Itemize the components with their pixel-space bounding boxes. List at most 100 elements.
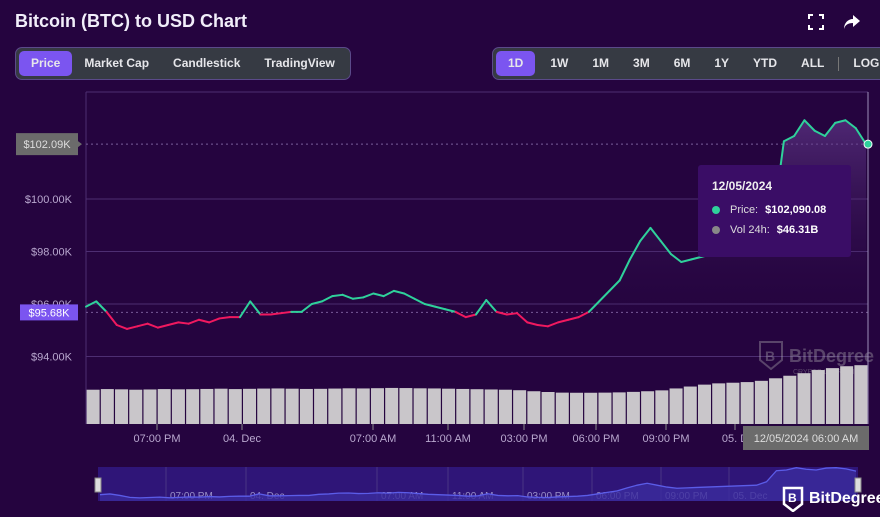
volume-bar xyxy=(385,387,399,424)
price-segment xyxy=(536,324,549,328)
volume-bar xyxy=(214,388,228,424)
volume-bar xyxy=(513,390,527,424)
tooltip: 12/05/2024 Price: $102,090.08 Vol 24h: $46… xyxy=(698,165,851,257)
volume-bar xyxy=(527,391,541,424)
price-segment xyxy=(351,296,365,300)
price-segment xyxy=(331,293,344,298)
volume-bar xyxy=(299,388,313,424)
y-tick-label: $98.00K xyxy=(31,247,73,259)
volume-bar xyxy=(570,392,584,424)
volume-bar xyxy=(157,389,171,424)
volume-bar xyxy=(641,391,655,424)
bitdegree-brand-text: BitDegree xyxy=(809,490,880,507)
price-segment xyxy=(505,312,519,316)
volume-bar xyxy=(257,388,271,424)
volume-bar xyxy=(186,389,200,424)
volume-bar xyxy=(626,391,640,424)
volume-bar xyxy=(456,388,470,424)
volume-bar xyxy=(697,384,711,424)
volume-bar xyxy=(200,388,214,424)
svg-text:$95.68K: $95.68K xyxy=(29,307,71,319)
volume-bar xyxy=(783,375,797,424)
volume-dot-icon xyxy=(712,226,720,234)
volume-bar xyxy=(555,392,569,424)
open-price-label: $95.68K xyxy=(20,304,78,321)
navigator[interactable]: 07:00 PM04. Dec07:00 AM11:00 AM03:00 PM0… xyxy=(94,467,862,502)
volume-bar xyxy=(854,365,868,424)
volume-bar xyxy=(442,388,456,424)
volume-bar xyxy=(498,389,512,424)
price-dot-icon xyxy=(712,206,720,214)
current-price-label: $102.09K xyxy=(16,133,82,156)
tooltip-volume-label: Vol 24h: xyxy=(730,224,770,236)
volume-bar xyxy=(143,389,157,424)
volume-bar xyxy=(342,388,356,424)
svg-text:12/05/2024 06:00 AM: 12/05/2024 06:00 AM xyxy=(754,433,859,445)
x-tick-label: 09:00 PM xyxy=(642,433,689,445)
x-tick-label: 07:00 AM xyxy=(350,433,396,445)
price-segment xyxy=(495,310,508,316)
volume-bar xyxy=(171,389,185,424)
volume-bar xyxy=(271,388,285,424)
svg-text:$102.09K: $102.09K xyxy=(23,139,71,151)
volume-bar xyxy=(86,389,100,424)
hover-point xyxy=(863,139,873,149)
tooltip-price-label: Price: xyxy=(730,204,759,216)
bitdegree-logo[interactable]: B BitDegree xyxy=(782,486,880,512)
volume-bar xyxy=(243,388,257,424)
svg-text:B: B xyxy=(788,491,797,505)
volume-bar xyxy=(712,383,726,424)
volume-bar xyxy=(100,389,114,424)
bitdegree-shield-icon: B xyxy=(782,486,804,512)
price-segment xyxy=(177,321,190,325)
volume-bar xyxy=(655,390,669,424)
x-tick-label: 07:00 PM xyxy=(133,433,180,445)
volume-bar xyxy=(399,388,413,424)
svg-text:B: B xyxy=(765,348,775,364)
volume-bar xyxy=(328,388,342,424)
volume-bar xyxy=(669,388,683,424)
volume-bar xyxy=(811,370,825,424)
volume-bar xyxy=(840,366,854,424)
volume-bar xyxy=(370,388,384,424)
volume-bar xyxy=(427,388,441,424)
navigator-handle-left[interactable] xyxy=(94,477,102,493)
volume-bar xyxy=(598,392,612,424)
volume-bar xyxy=(740,382,754,424)
tooltip-price-value: $102,090.08 xyxy=(765,204,827,216)
price-segment xyxy=(269,312,282,316)
tooltip-price-row: Price: $102,090.08 xyxy=(712,204,851,216)
volume-bar xyxy=(484,389,498,424)
volume-bar xyxy=(584,392,598,424)
volume-bar xyxy=(754,380,768,424)
volume-bar xyxy=(470,389,484,424)
price-segment xyxy=(218,316,231,320)
tooltip-date: 12/05/2024 xyxy=(712,179,773,193)
x-tick-label: 06:00 PM xyxy=(572,433,619,445)
volume-bar xyxy=(683,386,697,424)
volume-bar xyxy=(356,388,370,424)
volume-bar xyxy=(285,388,299,424)
volume-bar xyxy=(228,389,242,424)
tooltip-volume-value: $46.31B xyxy=(776,224,819,236)
volume-bar xyxy=(825,368,839,424)
volume-bar xyxy=(797,373,811,424)
volume-bar xyxy=(726,382,740,424)
volume-bar xyxy=(115,389,129,424)
volume-bar xyxy=(769,378,783,424)
x-tick-label: 11:00 AM xyxy=(425,433,471,445)
volume-bar xyxy=(314,388,328,424)
x-tick-label: 04. Dec xyxy=(223,433,261,445)
x-tick-label: 03:00 PM xyxy=(500,433,547,445)
crosshair-time-label: 12/05/2024 06:00 AM xyxy=(743,426,869,450)
price-segment xyxy=(280,310,293,315)
tooltip-volume-row: Vol 24h: $46.31B xyxy=(712,224,851,236)
volume-bar xyxy=(129,389,143,424)
y-tick-label: $94.00K xyxy=(31,352,73,364)
y-tick-label: $100.00K xyxy=(25,194,73,206)
volume-bar xyxy=(612,392,626,424)
volume-bar xyxy=(413,388,427,424)
svg-text:BitDegree: BitDegree xyxy=(789,346,874,366)
price-chart[interactable]: B BitDegree CRYPTO LEARNING $94.00K$96.0… xyxy=(0,0,880,517)
volume-bar xyxy=(541,391,555,424)
